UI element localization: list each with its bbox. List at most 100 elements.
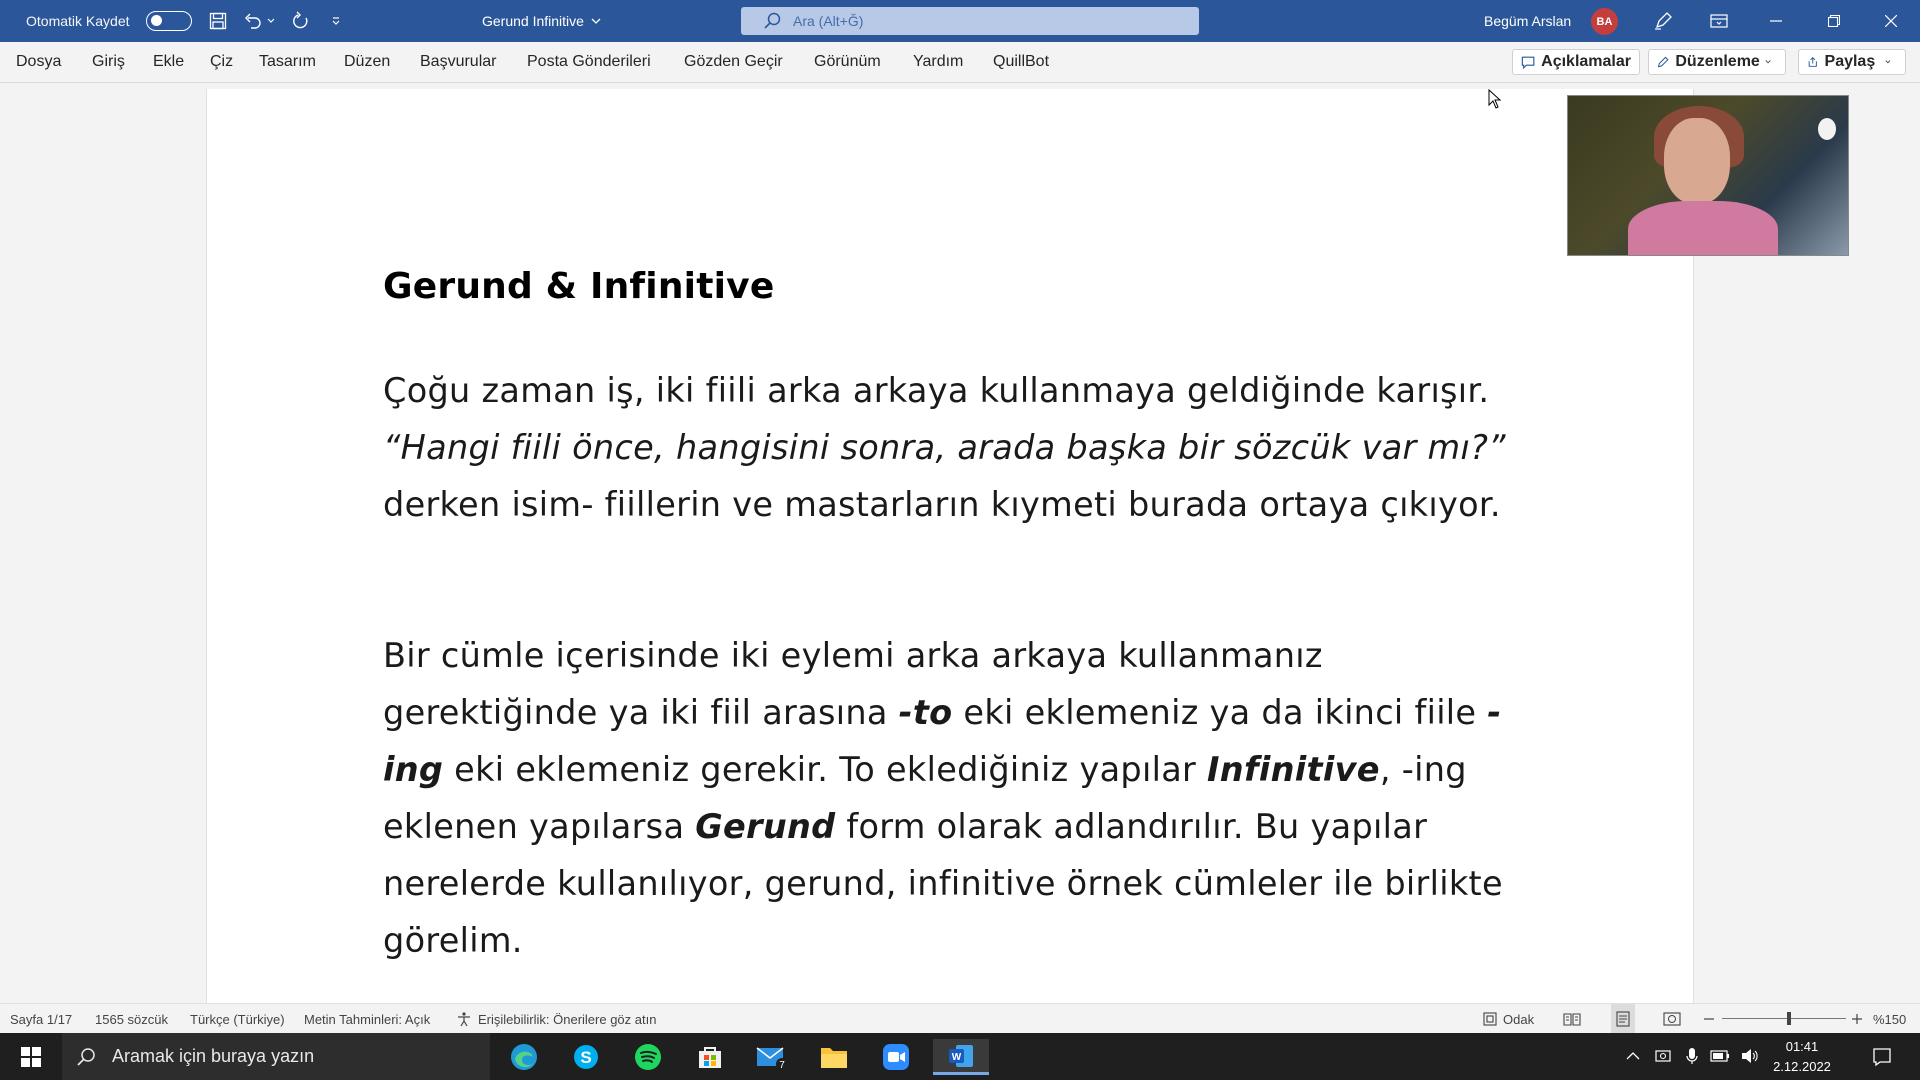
save-icon[interactable]: [206, 9, 230, 33]
ribbon-tabs: Dosya Giriş Ekle Çiz Tasarım Düzen Başvu…: [0, 42, 1920, 83]
tab-posta-gonderileri[interactable]: Posta Gönderileri: [527, 42, 651, 82]
autosave-label: Otomatik Kaydet: [26, 13, 130, 29]
zoom-app-icon[interactable]: [871, 1039, 921, 1075]
read-mode-icon[interactable]: [1563, 1004, 1581, 1034]
pencil-icon: [1657, 56, 1669, 68]
focus-icon: [1483, 1012, 1497, 1026]
show-hidden-icons-icon[interactable]: [1622, 1045, 1644, 1067]
system-clock[interactable]: 01:41 2.12.2022: [1762, 1033, 1842, 1080]
mail-icon[interactable]: 7: [747, 1039, 797, 1075]
search-icon: [763, 12, 781, 30]
skype-icon[interactable]: S: [561, 1039, 611, 1075]
language-indicator[interactable]: Türkçe (Türkiye): [190, 1004, 285, 1034]
tab-giris[interactable]: Giriş: [92, 42, 125, 82]
infinitive-term: Infinitive: [1207, 750, 1380, 789]
paragraph-1[interactable]: Çoğu zaman iş, iki fiili arka arkaya kul…: [383, 362, 1533, 533]
ribbon-display-icon[interactable]: [1696, 0, 1742, 42]
clock-date: 2.12.2022: [1773, 1058, 1831, 1074]
chevron-down-icon: [591, 18, 601, 24]
comments-button[interactable]: Açıklamalar: [1512, 49, 1640, 75]
taskbar-search-placeholder: Aramak için buraya yazın: [112, 1046, 315, 1066]
battery-icon[interactable]: [1709, 1045, 1731, 1067]
zoom-slider-track[interactable]: [1722, 1018, 1846, 1019]
redo-icon[interactable]: [289, 9, 313, 33]
windows-start-icon[interactable]: [6, 1039, 56, 1075]
spotify-icon[interactable]: [623, 1039, 673, 1075]
paragraph-2-text-b: eki eklemeniz ya da ikinci fiile: [952, 693, 1488, 732]
paragraph-1-text-a: Çoğu zaman iş, iki fiili arka arkaya kul…: [383, 371, 1490, 410]
zoom-slider-handle[interactable]: [1787, 1012, 1791, 1025]
document-title[interactable]: Gerund Infinitive: [482, 0, 601, 42]
tab-duzen[interactable]: Düzen: [344, 42, 390, 82]
paragraph-2-text-c: eki eklemeniz gerekir. To eklediğiniz ya…: [443, 750, 1208, 789]
tab-dosya[interactable]: Dosya: [16, 42, 61, 82]
share-button[interactable]: Paylaş: [1798, 49, 1906, 75]
document-title-text: Gerund Infinitive: [482, 13, 584, 29]
paragraph-2[interactable]: Bir cümle içerisinde iki eylemi arka ark…: [383, 627, 1533, 969]
webcam-person-body: [1628, 201, 1778, 255]
tab-gozden-gecir[interactable]: Gözden Geçir: [684, 42, 783, 82]
user-name[interactable]: Begüm Arslan: [1484, 0, 1571, 42]
accessibility-label: Erişilebilirlik: Önerilere göz atın: [478, 1011, 657, 1027]
windows-taskbar: Aramak için buraya yazın S 7 W 01:41 2.1…: [0, 1033, 1920, 1080]
pen-icon[interactable]: [1640, 0, 1686, 42]
search-box[interactable]: Ara (Alt+Ğ): [741, 7, 1199, 35]
word-count[interactable]: 1565 sözcük: [95, 1004, 168, 1034]
accessibility-checker[interactable]: Erişilebilirlik: Önerilere göz atın: [456, 1004, 656, 1034]
document-page[interactable]: Gerund & Infinitive Çoğu zaman iş, iki f…: [206, 89, 1694, 1009]
file-explorer-icon[interactable]: [809, 1039, 859, 1075]
text-predictions[interactable]: Metin Tahminleri: Açık: [304, 1004, 430, 1034]
editing-mode-button[interactable]: Düzenleme: [1648, 49, 1786, 75]
accessibility-icon: [458, 1012, 470, 1027]
customize-quick-access-icon[interactable]: [324, 9, 348, 33]
web-layout-icon[interactable]: [1663, 1004, 1681, 1034]
zoom-in-icon[interactable]: [1852, 1004, 1862, 1034]
search-placeholder: Ara (Alt+Ğ): [793, 13, 864, 29]
microsoft-store-icon[interactable]: [685, 1039, 735, 1075]
minimize-icon[interactable]: [1753, 0, 1799, 42]
paragraph-1-text-c: derken isim- fiillerin ve mastarların kı…: [383, 485, 1501, 524]
avatar[interactable]: BA: [1591, 8, 1618, 35]
tab-basvurular[interactable]: Başvurular: [420, 42, 496, 82]
mouse-cursor-icon: [1488, 88, 1502, 114]
undo-dropdown-icon[interactable]: [264, 9, 278, 33]
document-heading[interactable]: Gerund & Infinitive: [383, 266, 774, 307]
paragraph-1-quote: “Hangi fiili önce, hangisini sonra, arad…: [383, 428, 1506, 467]
focus-label: Odak: [1503, 1011, 1535, 1027]
tab-tasarim[interactable]: Tasarım: [259, 42, 316, 82]
close-icon[interactable]: [1868, 0, 1914, 42]
zoom-level[interactable]: %150: [1873, 1004, 1906, 1034]
chevron-down-icon: [1765, 60, 1771, 64]
restore-icon[interactable]: [1811, 0, 1857, 42]
print-layout-icon[interactable]: [1611, 1004, 1635, 1034]
taskbar-search[interactable]: Aramak için buraya yazın: [62, 1033, 490, 1080]
search-icon: [77, 1047, 95, 1066]
zoom-out-icon[interactable]: [1704, 1004, 1714, 1034]
notifications-icon[interactable]: [1869, 1044, 1895, 1070]
autosave-toggle[interactable]: [146, 11, 192, 31]
webcam-lamp: [1818, 118, 1836, 140]
clock-time: 01:41: [1785, 1038, 1819, 1054]
title-bar: Otomatik Kaydet Gerund Infinitive Ara (A…: [0, 0, 1920, 42]
chevron-down-icon: [1885, 60, 1891, 64]
tab-ciz[interactable]: Çiz: [210, 42, 233, 82]
status-bar: Sayfa 1/17 1565 sözcük Türkçe (Türkiye) …: [0, 1003, 1920, 1034]
tab-quillbot[interactable]: QuillBot: [993, 42, 1049, 82]
tab-ekle[interactable]: Ekle: [153, 42, 184, 82]
edge-icon[interactable]: [499, 1039, 549, 1075]
meet-now-icon[interactable]: [1652, 1045, 1674, 1067]
focus-mode-button[interactable]: Odak: [1482, 1004, 1534, 1034]
svg-text:W: W: [952, 1052, 962, 1063]
tab-gorunum[interactable]: Görünüm: [814, 42, 881, 82]
tab-yardim[interactable]: Yardım: [913, 42, 963, 82]
editing-label: Düzenleme: [1675, 53, 1760, 70]
volume-icon[interactable]: [1739, 1045, 1761, 1067]
undo-icon[interactable]: [241, 9, 265, 33]
webcam-person-face: [1664, 118, 1730, 204]
page-indicator[interactable]: Sayfa 1/17: [10, 1004, 72, 1034]
microphone-icon[interactable]: [1681, 1045, 1703, 1067]
gerund-term: Gerund: [695, 807, 836, 846]
word-app-icon[interactable]: W: [933, 1039, 989, 1075]
webcam-overlay: [1567, 95, 1849, 256]
share-icon: [1808, 57, 1817, 67]
